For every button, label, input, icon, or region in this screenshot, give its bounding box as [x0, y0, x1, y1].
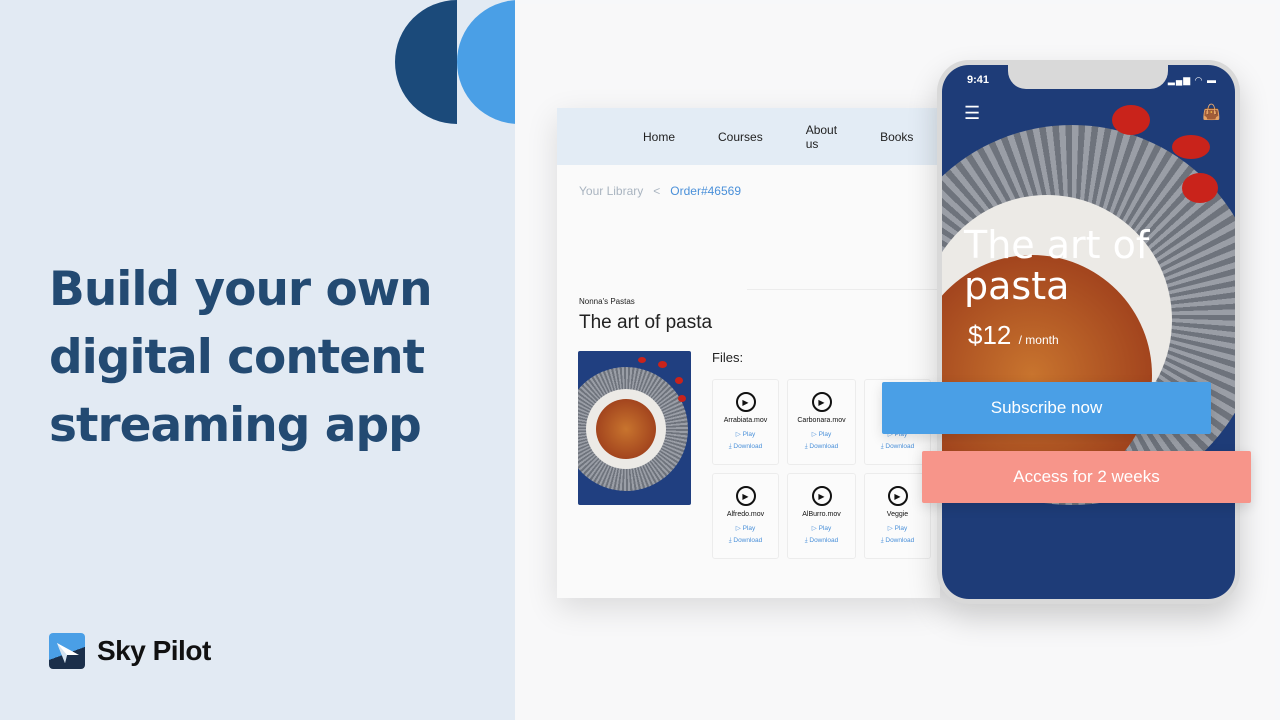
phone-title: The art of pasta: [964, 223, 1150, 308]
download-label: Download: [809, 443, 839, 450]
download-link[interactable]: ⤓ Download: [881, 537, 915, 545]
course-title: The art of pasta: [579, 312, 713, 333]
download-link[interactable]: ⤓ Download: [729, 443, 763, 451]
download-link[interactable]: ⤓ Download: [881, 443, 915, 451]
brand-label: Nonna's Pastas: [579, 297, 635, 306]
download-label: Download: [733, 537, 763, 544]
play-circle-icon[interactable]: ▶: [811, 486, 832, 506]
play-label: Play: [894, 525, 908, 532]
play-link[interactable]: ▷ Play: [812, 430, 831, 438]
paper-plane-icon: [49, 633, 85, 669]
download-label: Download: [809, 537, 839, 544]
price-value: $12: [968, 320, 1012, 350]
web-app-mockup: Home Courses About us Books Your Library…: [557, 108, 940, 598]
file-name: AlBurro.mov: [802, 511, 841, 518]
nav-books[interactable]: Books: [880, 130, 913, 144]
play-link[interactable]: ▷ Play: [812, 524, 831, 532]
headline-line: Build your own: [49, 262, 433, 317]
subscribe-button[interactable]: Subscribe now: [882, 382, 1211, 434]
play-label: Play: [818, 431, 832, 438]
chevron-left-icon: <: [653, 184, 661, 198]
phone-price: $12 / month: [968, 320, 1059, 351]
logo-text: Sky Pilot: [97, 635, 211, 666]
shopping-bag-icon[interactable]: 👜: [1202, 103, 1221, 121]
file-name: Arrabiata.mov: [723, 417, 768, 424]
signal-wifi-battery-icon: ▂▄▆ ◠ ▬: [1167, 75, 1217, 85]
play-link[interactable]: ▷ Play: [736, 430, 755, 438]
headline-line: streaming app: [49, 398, 422, 453]
breadcrumb: Your Library < Order#46569: [579, 184, 741, 198]
headline: Build your own digital content streaming…: [49, 256, 433, 460]
play-label: Play: [818, 525, 832, 532]
file-name: Carbonara.mov: [797, 417, 846, 424]
phone-notch: [1008, 65, 1168, 89]
play-label: Play: [742, 525, 756, 532]
download-link[interactable]: ⤓ Download: [805, 443, 839, 451]
play-circle-icon[interactable]: ▶: [735, 486, 756, 506]
download-link[interactable]: ⤓ Download: [729, 537, 763, 545]
divider: [747, 289, 940, 290]
file-card: ▶ Arrabiata.mov ▷ Play ⤓ Download: [712, 379, 779, 465]
file-card: ▶ Veggie ▷ Play ⤓ Download: [864, 473, 931, 559]
nav-about[interactable]: About us: [806, 123, 837, 151]
download-label: Download: [885, 537, 915, 544]
file-card: ▶ Carbonara.mov ▷ Play ⤓ Download: [787, 379, 856, 465]
download-label: Download: [885, 443, 915, 450]
file-card: ▶ Alfredo.mov ▷ Play ⤓ Download: [712, 473, 779, 559]
file-name: Veggie: [886, 511, 909, 518]
file-card: ▶ AlBurro.mov ▷ Play ⤓ Download: [787, 473, 856, 559]
price-period: / month: [1018, 333, 1059, 347]
download-label: Download: [733, 443, 763, 450]
play-circle-icon[interactable]: ▶: [735, 392, 756, 412]
play-link[interactable]: ▷ Play: [736, 524, 755, 532]
headline-line: digital content: [49, 330, 425, 385]
play-label: Play: [742, 431, 756, 438]
download-link[interactable]: ⤓ Download: [805, 537, 839, 545]
logo: Sky Pilot: [49, 633, 211, 669]
breadcrumb-library[interactable]: Your Library: [579, 184, 643, 198]
nav-bar: Home Courses About us Books: [557, 108, 940, 165]
nav-home[interactable]: Home: [643, 130, 675, 144]
play-circle-icon[interactable]: ▶: [811, 392, 832, 412]
nav-courses[interactable]: Courses: [718, 130, 763, 144]
play-link[interactable]: ▷ Play: [888, 524, 907, 532]
phone-mockup: 9:41 ▂▄▆ ◠ ▬ ☰ 👜 The art of pasta $12 / …: [937, 60, 1240, 604]
files-label: Files:: [712, 350, 744, 365]
play-circle-icon[interactable]: ▶: [887, 486, 908, 506]
breadcrumb-order[interactable]: Order#46569: [670, 184, 741, 198]
file-name: Alfredo.mov: [726, 511, 765, 518]
status-time: 9:41: [967, 74, 990, 86]
phone-screen: 9:41 ▂▄▆ ◠ ▬ ☰ 👜 The art of pasta $12 / …: [942, 65, 1235, 599]
access-button[interactable]: Access for 2 weeks: [922, 451, 1251, 503]
hamburger-menu-icon[interactable]: ☰: [964, 103, 980, 124]
course-image: [578, 351, 691, 505]
